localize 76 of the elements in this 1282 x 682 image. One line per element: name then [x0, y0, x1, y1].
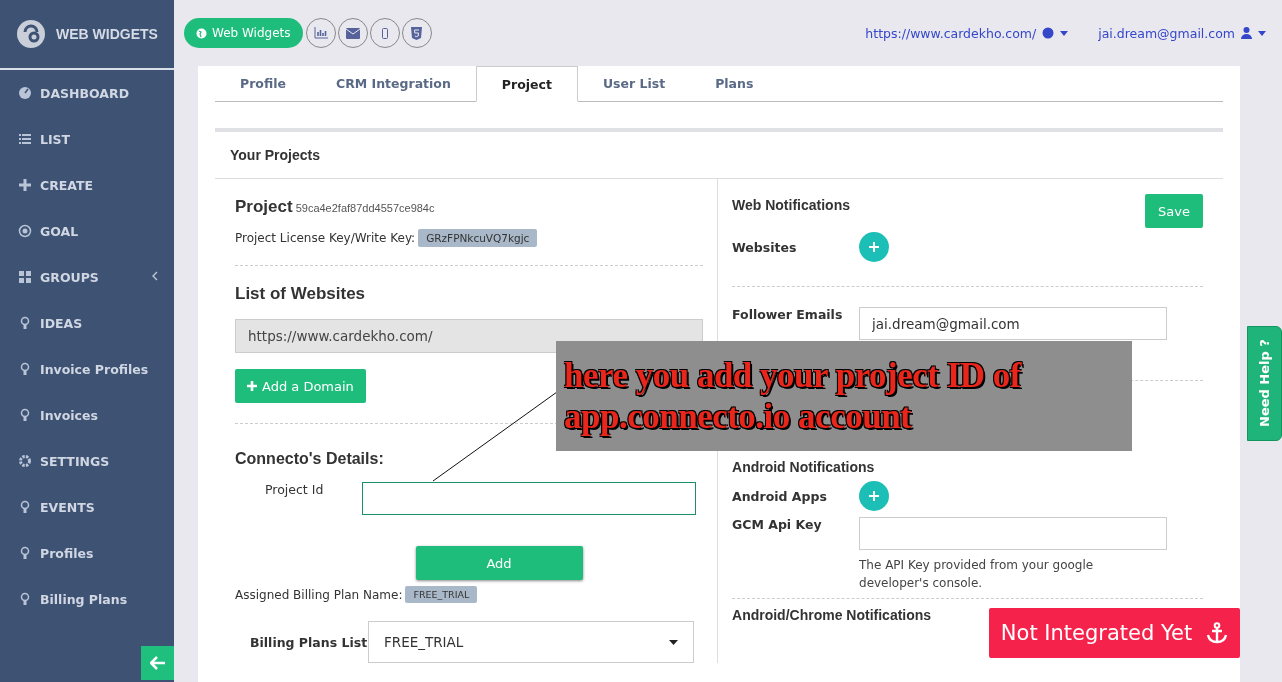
globe-icon — [1042, 27, 1055, 39]
tab[interactable]: Plans — [690, 66, 779, 101]
project-id: 59ca4e2faf87dd4557ce984c — [295, 202, 435, 214]
follower-emails-label: Follower Emails — [732, 307, 844, 322]
sidebar-item[interactable]: Profiles — [0, 530, 174, 576]
user-dropdown[interactable]: jai.dream@gmail.com — [1098, 25, 1266, 41]
settings-icon — [18, 453, 32, 469]
bar-chart-icon — [313, 27, 328, 39]
websites-heading: List of Websites — [235, 284, 366, 303]
shield-5-icon — [411, 26, 422, 40]
plus-icon — [869, 242, 879, 252]
sidebar-item[interactable]: GROUPS — [0, 254, 174, 300]
list-icon — [18, 131, 32, 147]
sidebar-item[interactable]: EVENTS — [0, 484, 174, 530]
project-heading: Project — [235, 197, 293, 216]
envelope-icon — [345, 27, 360, 39]
caret-icon — [1060, 30, 1069, 36]
license-key-label: Project License Key/Write Key: — [235, 231, 416, 245]
billing-plan-select[interactable]: FREE_TRIAL — [368, 621, 694, 663]
license-key-badge: GRzFPNkcuVQ7kgjc — [418, 229, 538, 247]
lightbulb-icon — [18, 315, 32, 331]
tab[interactable]: User List — [577, 66, 691, 101]
gcm-api-key-field[interactable] — [859, 517, 1167, 550]
arrow-left-icon — [149, 656, 166, 670]
project-id-field[interactable] — [362, 482, 696, 515]
caret-icon — [669, 639, 678, 645]
lightbulb-icon — [18, 499, 32, 515]
add-button[interactable] — [859, 481, 889, 511]
lightbulb-icon — [18, 545, 32, 561]
brand-name: WEB WIDGETS — [56, 26, 158, 42]
grid-icon — [18, 269, 32, 285]
sidebar-item[interactable]: Invoices — [0, 392, 174, 438]
sidebar-item[interactable]: GOAL — [0, 208, 174, 254]
dashboard-gauge-icon — [18, 85, 32, 101]
target-icon — [18, 223, 32, 239]
billing-plans-label: Billing Plans List — [250, 634, 368, 650]
website-dropdown[interactable]: https://www.cardekho.com/ — [865, 25, 1069, 41]
sidebar-item[interactable]: DASHBOARD — [0, 70, 174, 116]
caret-icon — [1258, 30, 1266, 36]
plus-icon — [869, 491, 879, 501]
android-apps-label: Android Apps — [732, 488, 828, 504]
add-button[interactable] — [859, 232, 889, 262]
gcm-api-key-hint: The API Key provided from your google developer's console. — [859, 557, 1095, 592]
section-title: Your Projects — [215, 132, 1223, 179]
tab[interactable]: Profile — [215, 66, 311, 101]
tab[interactable]: CRM Integration — [310, 66, 476, 101]
chrome-notifications-heading: Android/Chrome Notifications — [732, 607, 933, 623]
plus-icon — [18, 177, 32, 193]
lightbulb-icon — [18, 407, 32, 423]
connecto-heading: Connecto's Details: — [235, 450, 385, 468]
web-notifications-heading: Web Notifications — [732, 197, 850, 213]
gcm-api-key-label: GCM Api Key — [732, 517, 823, 532]
logo-icon — [16, 19, 46, 49]
anchor-icon — [1206, 622, 1229, 644]
sidebar-item[interactable]: SETTINGS — [0, 438, 174, 484]
sidebar-item[interactable]: CREATE — [0, 162, 174, 208]
follower-emails-field[interactable]: jai.dream@gmail.com — [859, 307, 1167, 340]
integration-status-button[interactable]: Not Integrated Yet — [989, 608, 1240, 658]
project-id-label: Project Id — [264, 482, 325, 499]
lightbulb-icon — [18, 591, 32, 607]
plus-icon — [247, 381, 257, 391]
billing-plan-label: Assigned Billing Plan Name: — [235, 587, 403, 602]
android-notifications-heading: Android Notifications — [732, 459, 876, 475]
websites-label: Websites — [732, 239, 798, 255]
sidebar-item[interactable]: LIST — [0, 116, 174, 162]
annotation-tooltip: here you add your project ID of app.connecto.io account — [556, 341, 1132, 451]
sidebar-item[interactable]: Billing Plans — [0, 576, 174, 622]
collapse-sidebar-button[interactable] — [141, 646, 174, 680]
lightbulb-icon — [18, 361, 32, 377]
globe-icon — [196, 27, 207, 39]
sidebar-item[interactable]: IDEAS — [0, 300, 174, 346]
billing-plan-badge: FREE_TRIAL — [405, 586, 478, 603]
tab[interactable]: Project — [475, 66, 578, 102]
user-icon — [1241, 27, 1252, 39]
phone-icon — [381, 27, 388, 39]
sidebar-item[interactable]: Invoice Profiles — [0, 346, 174, 392]
